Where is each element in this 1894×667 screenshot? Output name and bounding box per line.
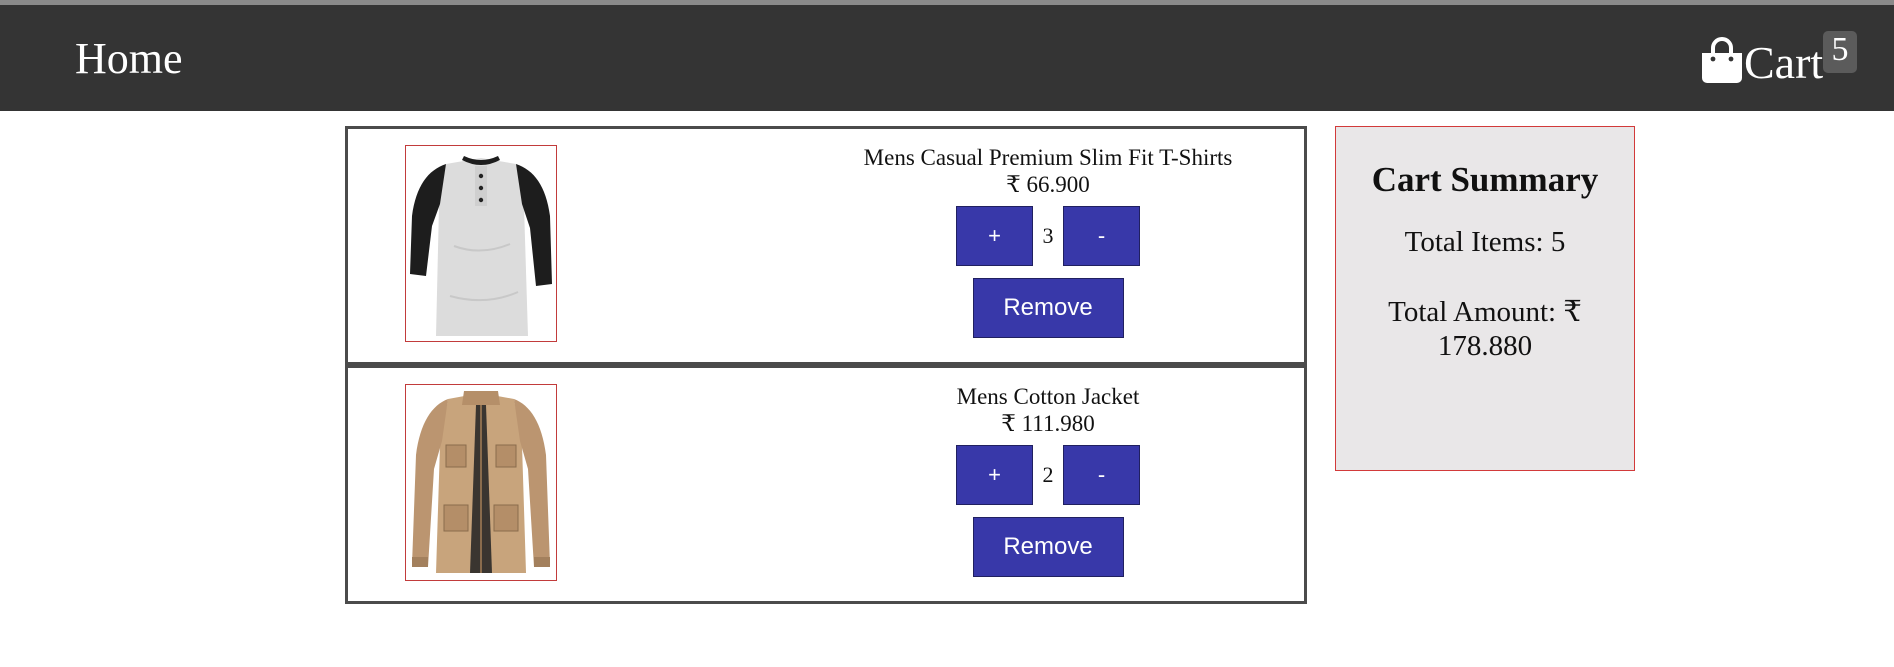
navbar: Home xyxy=(0,5,1894,111)
cart-summary-title: Cart Summary xyxy=(1371,160,1599,199)
cart-item: Mens Casual Premium Slim Fit T-Shirts ₹ … xyxy=(345,126,1307,365)
remove-item-button[interactable]: Remove xyxy=(972,517,1124,577)
item-title: Mens Casual Premium Slim Fit T-Shirts xyxy=(863,145,1233,170)
raglan-tshirt-image xyxy=(410,156,552,336)
cart-label: Cart xyxy=(1744,37,1824,88)
increase-quantity-button[interactable]: + xyxy=(956,206,1033,266)
cart-item: Mens Cotton Jacket ₹ 111.980 + 2 - Remov… xyxy=(345,365,1307,604)
shopping-bag-icon xyxy=(1702,37,1742,83)
home-link[interactable]: Home xyxy=(75,29,183,89)
remove-item-button[interactable]: Remove xyxy=(972,278,1124,338)
total-items: Total Items: 5 xyxy=(1404,226,1566,258)
item-title: Mens Cotton Jacket xyxy=(956,384,1140,409)
quantity-stepper: + 3 - xyxy=(798,206,1298,266)
product-image xyxy=(405,145,557,342)
total-amount: Total Amount: ₹ 178.880 xyxy=(1388,296,1582,362)
cart-summary-panel: Cart Summary Total Items: 5 Total Amount… xyxy=(1335,126,1635,471)
item-price: ₹ 111.980 xyxy=(1001,411,1095,436)
product-image xyxy=(405,384,557,581)
quantity-value: 3 xyxy=(1042,223,1054,248)
item-info: Mens Cotton Jacket ₹ 111.980 + 2 - Remov… xyxy=(798,383,1298,577)
increase-quantity-button[interactable]: + xyxy=(956,445,1033,505)
item-info: Mens Casual Premium Slim Fit T-Shirts ₹ … xyxy=(798,144,1298,338)
item-price: ₹ 66.900 xyxy=(1006,172,1090,197)
cart-count-badge: 5 xyxy=(1823,31,1857,73)
quantity-value: 2 xyxy=(1042,462,1054,487)
quantity-stepper: + 2 - xyxy=(798,445,1298,505)
decrease-quantity-button[interactable]: - xyxy=(1063,206,1140,266)
cotton-jacket-image xyxy=(412,391,550,573)
decrease-quantity-button[interactable]: - xyxy=(1063,445,1140,505)
